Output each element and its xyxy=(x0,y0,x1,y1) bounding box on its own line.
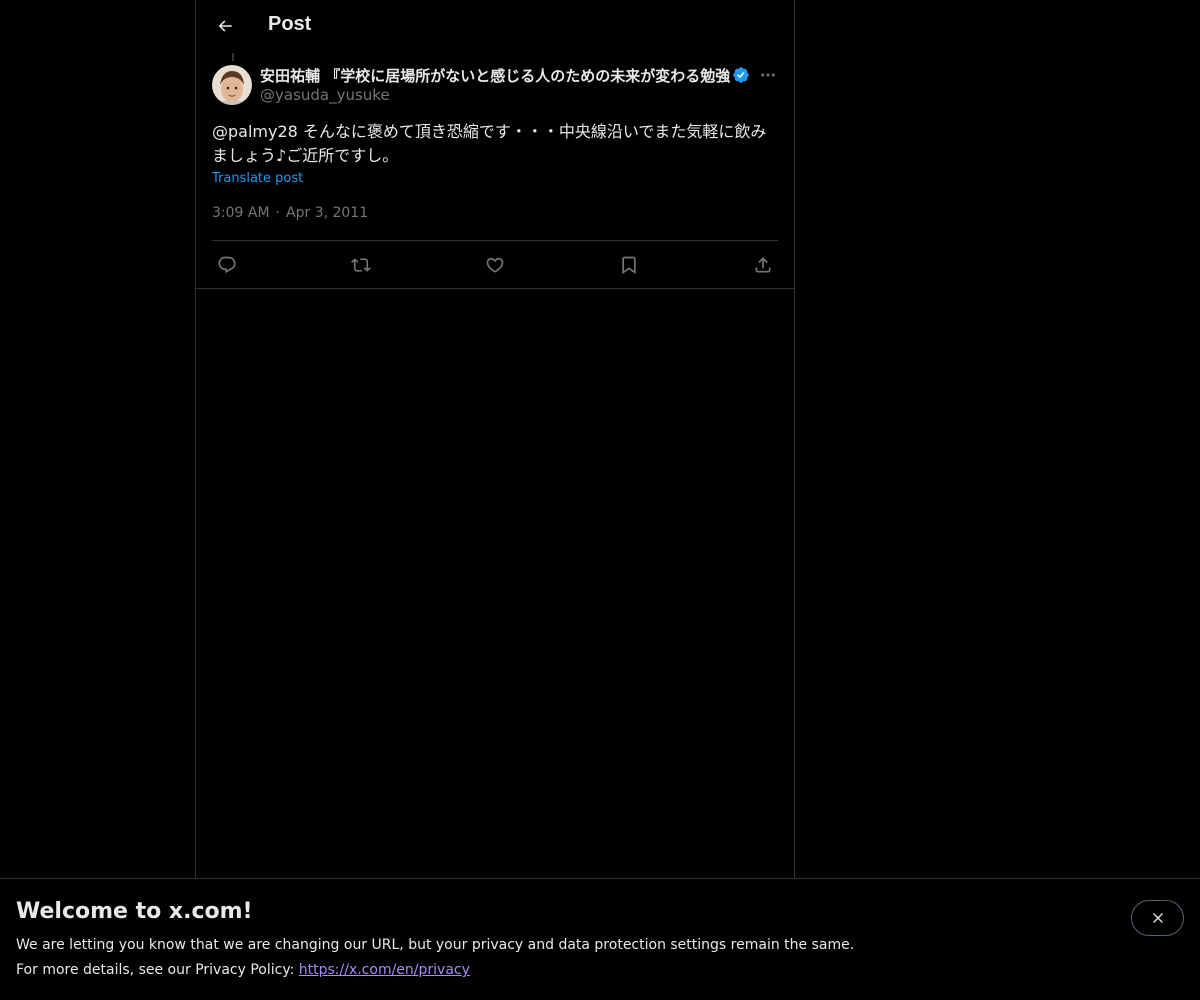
post-time: 3:09 AM xyxy=(212,205,270,221)
verified-badge-icon xyxy=(733,67,749,83)
author-name-row: 安田祐輔 『学校に居場所がないと感じる人のための未来が変わる勉強法』 xyxy=(260,64,750,86)
avatar[interactable] xyxy=(212,65,252,105)
translate-post-link[interactable]: Translate post xyxy=(212,171,303,186)
banner-message: We are letting you know that we are chan… xyxy=(16,937,855,953)
like-icon xyxy=(486,257,504,273)
post-divider xyxy=(196,288,794,289)
avatar-image xyxy=(212,65,252,105)
repost-icon xyxy=(351,257,371,272)
arrow-left-icon xyxy=(218,20,232,32)
like-button[interactable] xyxy=(480,250,510,280)
close-icon xyxy=(1152,913,1163,923)
privacy-policy-link[interactable]: https://x.com/en/privacy xyxy=(299,962,470,978)
banner-privacy-prefix: For more details, see our Privacy Policy… xyxy=(16,962,299,978)
url-change-banner: Welcome to x.com! We are letting you kno… xyxy=(0,878,1200,1000)
post-timestamp[interactable]: 3:09 AM · Apr 3, 2011 xyxy=(212,205,368,221)
reply-icon xyxy=(218,256,236,273)
banner-title: Welcome to x.com! xyxy=(16,899,253,924)
timestamp-separator: · xyxy=(275,205,280,221)
close-banner-button[interactable] xyxy=(1131,900,1184,936)
post-actions-bar xyxy=(212,240,778,288)
post-column: Post 安田祐輔 『学校に居場所がないと感じる人のための未来が変わる勉強法』 … xyxy=(195,0,795,1000)
banner-privacy-line: For more details, see our Privacy Policy… xyxy=(16,962,470,978)
back-button[interactable] xyxy=(208,9,242,43)
author-handle[interactable]: @yasuda_yusuke xyxy=(260,86,390,104)
repost-button[interactable] xyxy=(346,250,376,280)
page-header: Post xyxy=(196,0,794,53)
share-icon xyxy=(755,256,771,272)
post-date: Apr 3, 2011 xyxy=(286,205,369,221)
reply-button[interactable] xyxy=(212,250,242,280)
thread-connector xyxy=(232,53,234,61)
more-options-button[interactable] xyxy=(756,64,780,86)
share-button[interactable] xyxy=(748,250,778,280)
post-text: @palmy28 そんなに褒めて頂き恐縮です・・・中央線沿いでまた気軽に飲みまし… xyxy=(212,122,767,165)
author-display-name[interactable]: 安田祐輔 『学校に居場所がないと感じる人のための未来が変わる勉強法』 xyxy=(260,65,730,86)
page-title: Post xyxy=(268,13,312,35)
bookmark-button[interactable] xyxy=(614,250,644,280)
more-dots-icon xyxy=(761,73,775,77)
bookmark-icon xyxy=(622,256,636,274)
